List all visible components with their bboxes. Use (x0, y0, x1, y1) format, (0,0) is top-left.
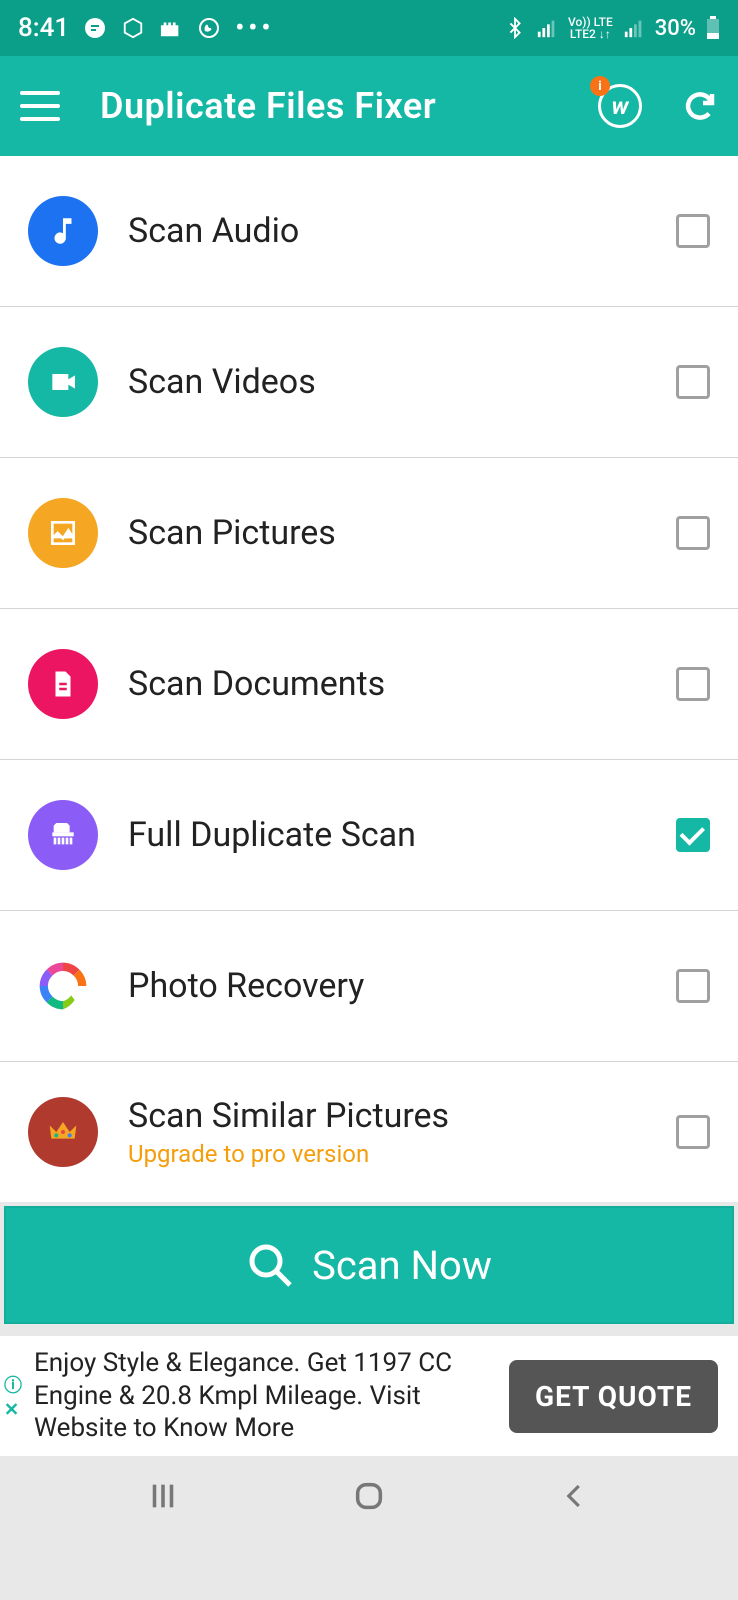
scan-similar-label: Scan Similar Pictures (128, 1096, 676, 1136)
scan-videos-row[interactable]: Scan Videos (0, 307, 738, 458)
info-badge-icon: i (590, 76, 610, 96)
full-duplicate-checkbox[interactable] (676, 818, 710, 852)
castle-icon (159, 16, 183, 40)
photo-recovery-row[interactable]: Photo Recovery (0, 911, 738, 1062)
recents-button[interactable] (143, 1476, 183, 1516)
scan-documents-row[interactable]: Scan Documents (0, 609, 738, 760)
ad-cta-button[interactable]: GET QUOTE (509, 1360, 718, 1433)
scan-videos-checkbox[interactable] (676, 365, 710, 399)
signal2-icon (623, 17, 645, 39)
ad-text: Enjoy Style & Elegance. Get 1197 CC Engi… (34, 1347, 509, 1445)
full-duplicate-row[interactable]: Full Duplicate Scan (0, 760, 738, 911)
back-button[interactable] (555, 1476, 595, 1516)
photo-recovery-label: Photo Recovery (128, 966, 676, 1006)
document-icon (28, 649, 98, 719)
scan-now-label: Scan Now (312, 1242, 492, 1289)
battery-label: 30% (655, 16, 696, 41)
bluetooth-icon (504, 17, 526, 39)
promo-button[interactable]: i w (598, 84, 642, 128)
more-icon: ••• (235, 13, 274, 43)
full-duplicate-label: Full Duplicate Scan (128, 815, 676, 855)
ad-info-icon[interactable]: ⓘ ✕ (4, 1372, 22, 1421)
video-camera-icon (28, 347, 98, 417)
chat-icon (83, 16, 107, 40)
magnifier-icon (246, 1241, 294, 1289)
network-label: Vo)) LTE LTE2 ↓↑ (568, 16, 613, 40)
scan-audio-row[interactable]: Scan Audio (0, 156, 738, 307)
scan-pictures-label: Scan Pictures (128, 513, 676, 553)
shredder-icon (28, 800, 98, 870)
rainbow-c-icon (28, 951, 98, 1021)
picture-icon (28, 498, 98, 568)
app-bar: Duplicate Files Fixer i w (0, 56, 738, 156)
home-button[interactable] (349, 1476, 389, 1516)
scan-audio-checkbox[interactable] (676, 214, 710, 248)
scan-videos-label: Scan Videos (128, 362, 676, 402)
scan-similar-checkbox[interactable] (676, 1115, 710, 1149)
scan-documents-label: Scan Documents (128, 664, 676, 704)
scan-pictures-checkbox[interactable] (676, 516, 710, 550)
status-bar: 8:41 ••• Vo)) LTE LTE2 ↓↑ 30% (0, 0, 738, 56)
ad-banner[interactable]: ⓘ ✕ Enjoy Style & Elegance. Get 1197 CC … (0, 1336, 738, 1456)
upgrade-sub-label: Upgrade to pro version (128, 1140, 676, 1168)
scan-list: Scan Audio Scan Videos Scan Pictures Sca… (0, 156, 738, 1202)
scan-pictures-row[interactable]: Scan Pictures (0, 458, 738, 609)
battery-icon (706, 16, 720, 40)
system-nav (0, 1456, 738, 1526)
scan-audio-label: Scan Audio (128, 211, 676, 251)
scan-similar-row[interactable]: Scan Similar Pictures Upgrade to pro ver… (0, 1062, 738, 1202)
signal-icon (536, 17, 558, 39)
photo-recovery-checkbox[interactable] (676, 969, 710, 1003)
scan-now-button[interactable]: Scan Now (4, 1206, 734, 1324)
refresh-icon[interactable] (682, 88, 718, 124)
crown-icon (28, 1097, 98, 1167)
music-note-icon (28, 196, 98, 266)
menu-icon[interactable] (20, 91, 60, 121)
whatsapp-icon (197, 16, 221, 40)
hex-icon (121, 16, 145, 40)
clock: 8:41 (18, 13, 69, 43)
app-title: Duplicate Files Fixer (100, 85, 436, 127)
scan-documents-checkbox[interactable] (676, 667, 710, 701)
